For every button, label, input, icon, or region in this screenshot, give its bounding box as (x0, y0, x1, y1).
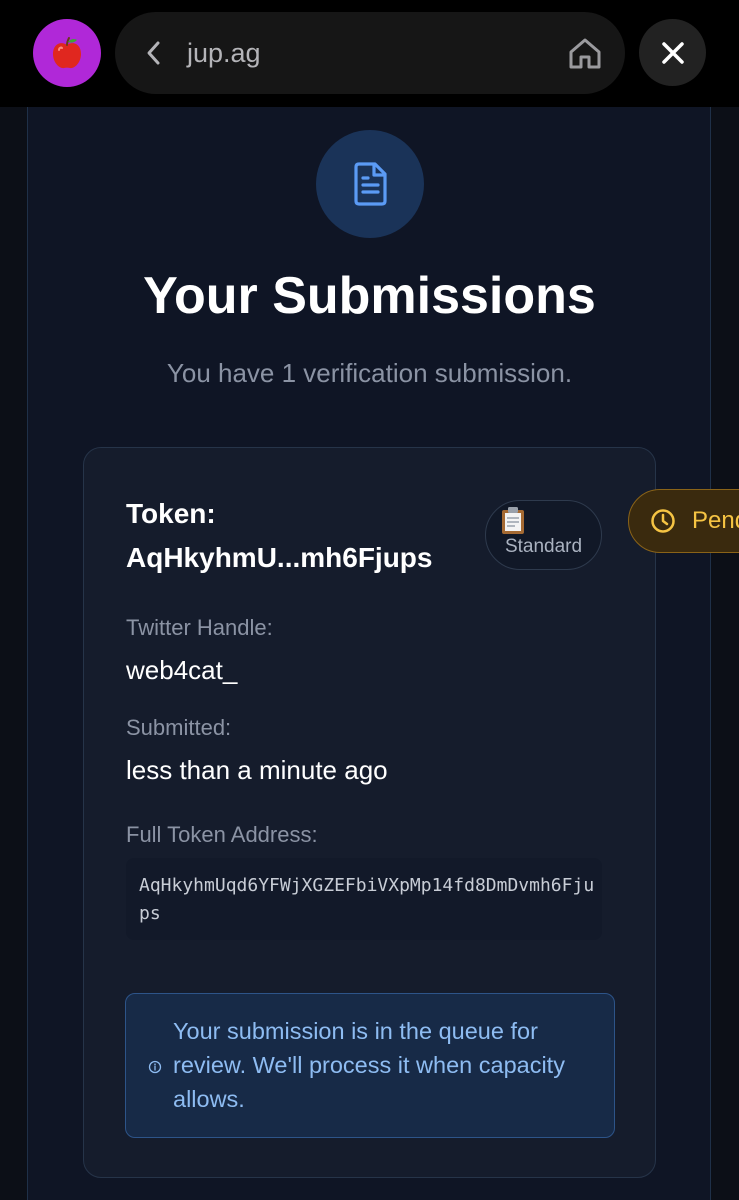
twitter-handle-value: web4cat_ (126, 655, 238, 685)
page-subtitle: You have 1 verification submission. (166, 358, 573, 388)
token-label: Token: (126, 498, 216, 529)
status-badge-label: Pending (692, 507, 739, 534)
page-content: Your Submissions You have 1 verification… (0, 107, 739, 1200)
page-title: Your Submissions (143, 267, 596, 325)
queue-notice: Your submission is in the queue for revi… (125, 993, 615, 1138)
browser-toolbar: jup.ag (0, 0, 739, 107)
url-text[interactable]: jup.ag (187, 34, 261, 72)
home-icon[interactable] (567, 36, 603, 70)
token-short-address: AqHkyhmU...mh6Fjups (126, 542, 433, 573)
full-address-label: Full Token Address: (126, 822, 318, 847)
header-icon-circle (316, 130, 424, 238)
submitted-value: less than a minute ago (126, 755, 388, 785)
clipboard-emoji-icon (502, 507, 524, 534)
apple-emoji-icon (53, 37, 81, 69)
address-bar[interactable]: jup.ag (115, 12, 625, 94)
standard-badge-label: Standard (504, 536, 583, 557)
chevron-left-icon[interactable] (145, 39, 163, 67)
site-avatar[interactable] (33, 19, 101, 87)
close-button[interactable] (639, 19, 706, 86)
queue-notice-text: Your submission is in the queue for revi… (173, 1018, 565, 1112)
close-icon (661, 41, 684, 64)
twitter-handle-label: Twitter Handle: (126, 615, 273, 640)
document-icon (354, 162, 387, 206)
full-address-box: AqHkyhmUqd6YFWjXGZEFbiVXpMp14fd8DmDvmh6F… (126, 858, 602, 940)
status-badge: Pending (628, 489, 739, 553)
submitted-label: Submitted: (126, 715, 232, 740)
submission-card: Token: AqHkyhmU...mh6Fjups Standard Twit… (83, 447, 656, 1178)
standard-badge: Standard (485, 500, 602, 570)
full-address-value[interactable]: AqHkyhmUqd6YFWjXGZEFbiVXpMp14fd8DmDvmh6F… (139, 872, 599, 928)
info-icon (148, 1060, 162, 1074)
clock-icon (651, 509, 675, 533)
